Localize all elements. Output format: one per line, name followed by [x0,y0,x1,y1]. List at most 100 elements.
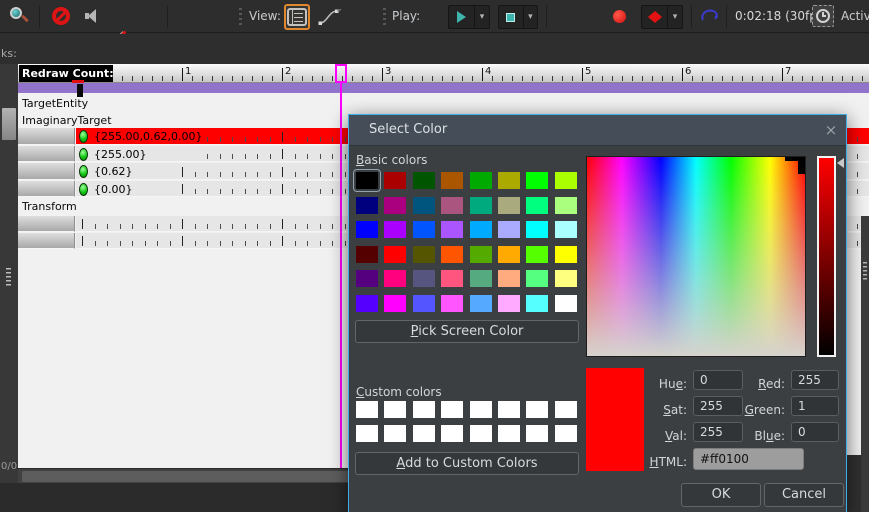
ok-button[interactable]: OK [681,483,761,507]
basic-color-swatch[interactable] [441,270,463,287]
basic-color-swatch[interactable] [413,221,435,238]
pick-screen-color-button[interactable]: Pick Screen Color [355,320,579,343]
toolbar-grip-handle[interactable] [239,8,242,25]
basic-color-swatch[interactable] [470,270,492,287]
speaker-icon[interactable] [82,5,104,27]
custom-color-swatch[interactable] [356,401,378,418]
value-slider-arrow[interactable] [837,158,844,168]
timetrack-group-row[interactable]: TargetEntity [18,95,869,112]
stop-button[interactable] [499,6,524,28]
gutter-button[interactable] [2,108,16,140]
right-panel-drag-handle[interactable] [863,262,867,280]
keyframe-ellipse-icon[interactable] [79,165,88,178]
custom-color-swatch[interactable] [470,425,492,442]
custom-color-swatch[interactable] [470,401,492,418]
basic-color-swatch[interactable] [384,295,406,312]
basic-color-swatch[interactable] [356,221,378,238]
param-row-button[interactable] [18,163,75,180]
basic-color-swatch[interactable] [413,270,435,287]
custom-color-swatch[interactable] [441,401,463,418]
basic-color-swatch[interactable] [384,270,406,287]
param-row-button[interactable] [18,128,75,145]
basic-color-swatch[interactable] [413,295,435,312]
basic-color-swatch[interactable] [526,172,548,189]
keyframe-ellipse-icon[interactable] [79,130,88,143]
red-seek-button-group[interactable]: ▾ [641,5,683,29]
custom-color-swatch[interactable] [555,401,577,418]
basic-color-swatch[interactable] [555,246,577,263]
basic-color-swatch[interactable] [526,246,548,263]
basic-color-swatch[interactable] [356,295,378,312]
custom-color-swatch[interactable] [413,425,435,442]
stop-dropdown-arrow[interactable]: ▾ [524,12,537,22]
green-input[interactable] [791,396,839,416]
keyframe-ellipse-icon[interactable] [79,183,88,196]
time-ruler[interactable]: 1234567 [18,64,869,83]
red-seek-dropdown-arrow[interactable]: ▾ [668,12,682,22]
play-button-group[interactable]: ▾ [448,5,490,29]
no-entry-icon[interactable] [50,5,72,27]
play-dropdown-arrow[interactable]: ▾ [475,12,489,22]
param-row-button[interactable] [18,233,75,249]
dialog-titlebar[interactable]: Select Color × [349,115,846,146]
blue-input[interactable] [791,422,839,442]
basic-color-swatch[interactable] [356,197,378,214]
basic-color-swatch[interactable] [470,172,492,189]
time-cursor-line[interactable] [340,83,342,468]
custom-color-swatch[interactable] [555,425,577,442]
custom-color-swatch[interactable] [356,425,378,442]
custom-color-swatch[interactable] [384,425,406,442]
basic-color-swatch[interactable] [555,221,577,238]
basic-color-swatch[interactable] [356,270,378,287]
red-input[interactable] [791,370,839,390]
basic-color-swatch[interactable] [441,246,463,263]
custom-color-swatch[interactable] [498,425,520,442]
custom-color-swatch[interactable] [498,401,520,418]
param-row-button[interactable] [18,146,75,162]
add-to-custom-colors-button[interactable]: Add to Custom Colors [355,452,579,475]
custom-color-swatch[interactable] [384,401,406,418]
basic-color-swatch[interactable] [555,295,577,312]
basic-color-swatch[interactable] [441,172,463,189]
basic-color-swatch[interactable] [470,197,492,214]
value-slider[interactable] [817,156,836,357]
view-curves-mode-button[interactable] [318,7,342,31]
cancel-button[interactable]: Cancel [764,483,844,507]
basic-color-swatch[interactable] [498,295,520,312]
basic-color-swatch[interactable] [441,221,463,238]
basic-color-swatch[interactable] [413,172,435,189]
rerender-swoosh-icon[interactable] [699,6,721,30]
custom-color-swatch[interactable] [441,425,463,442]
basic-color-swatch[interactable] [413,246,435,263]
basic-color-swatch[interactable] [470,295,492,312]
basic-color-swatch[interactable] [356,172,378,189]
basic-color-swatch[interactable] [470,221,492,238]
param-row-button[interactable] [18,216,75,232]
basic-color-swatch[interactable] [555,172,577,189]
red-seek-button[interactable] [642,6,668,28]
basic-color-swatch[interactable] [441,295,463,312]
basic-color-swatch[interactable] [526,197,548,214]
basic-color-swatch[interactable] [441,197,463,214]
basic-color-swatch[interactable] [498,197,520,214]
html-input[interactable] [693,448,804,470]
param-row-button[interactable] [18,181,75,197]
basic-color-swatch[interactable] [470,246,492,263]
record-icon[interactable] [613,10,626,23]
basic-color-swatch[interactable] [555,270,577,287]
basic-color-swatch[interactable] [498,246,520,263]
basic-color-swatch[interactable] [384,221,406,238]
basic-color-swatch[interactable] [526,295,548,312]
stop-button-group[interactable]: ▾ [498,5,538,29]
basic-color-swatch[interactable] [498,221,520,238]
play-button[interactable] [449,6,475,28]
basic-color-swatch[interactable] [498,270,520,287]
gutter-drag-handle[interactable] [6,268,11,286]
view-list-mode-button[interactable] [284,4,310,30]
keyframe-ellipse-icon[interactable] [79,148,88,161]
basic-color-swatch[interactable] [384,172,406,189]
custom-color-swatch[interactable] [526,401,548,418]
close-icon[interactable]: × [822,120,840,140]
zoom-find-icon[interactable] [7,4,31,28]
custom-color-swatch[interactable] [526,425,548,442]
